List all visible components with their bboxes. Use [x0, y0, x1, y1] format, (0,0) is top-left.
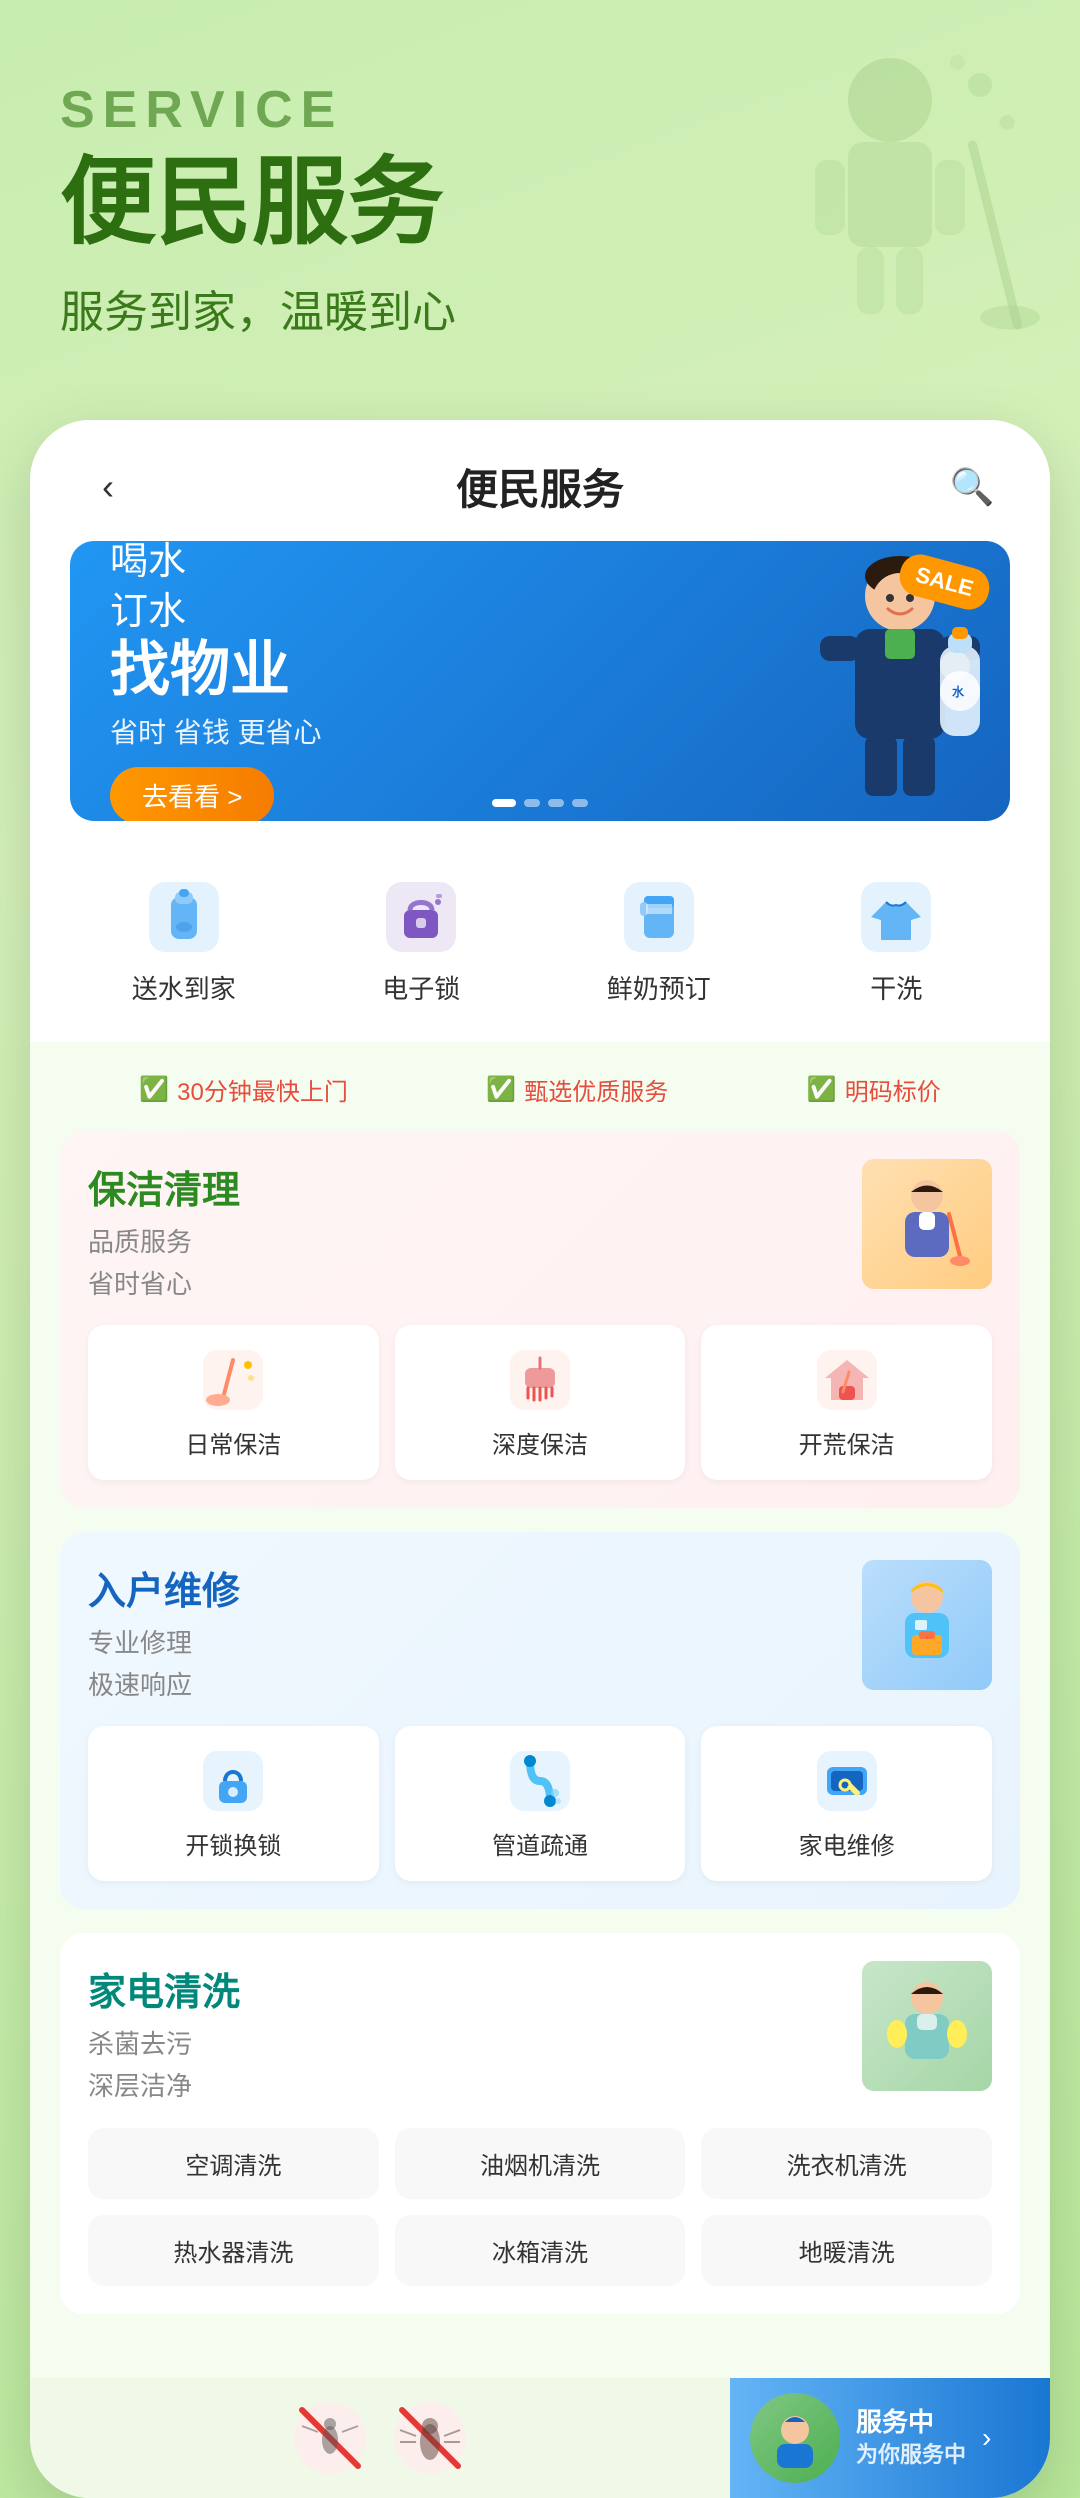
badge-price: ✅ 明码标价 [807, 1072, 941, 1107]
drycleaning-service-icon [856, 877, 936, 957]
service-status-sub: 为你服务中 [856, 2440, 966, 2471]
badge-fast: ✅ 30分钟最快上门 [139, 1072, 348, 1107]
dot-4 [572, 799, 588, 807]
hero-decoration-icon [740, 40, 1040, 340]
daily-cleaning-item[interactable]: 日常保洁 [88, 1325, 379, 1480]
dot-2 [524, 799, 540, 807]
repair-illustration [862, 1560, 992, 1690]
appliance-repair-label: 家电维修 [799, 1826, 895, 1861]
pest-control-strip[interactable] [30, 2378, 730, 2498]
move-in-cleaning-icon [812, 1345, 882, 1415]
check-icon-2: ✅ [486, 1075, 516, 1104]
svg-text:水: 水 [952, 684, 965, 699]
dot-3 [548, 799, 564, 807]
app-header: ‹ 便民服务 🔍 [30, 420, 1050, 541]
fridge-cleaning-item[interactable]: 冰箱清洗 [395, 2215, 686, 2286]
washer-cleaning-item[interactable]: 洗衣机清洗 [701, 2128, 992, 2199]
promo-banner[interactable]: 喝水 订水 找物业 省时 省钱 更省心 去看看 > [70, 541, 1010, 821]
quick-service-milk[interactable]: 鲜奶预订 [545, 861, 773, 1022]
cleaning-services-grid: 日常保洁 [88, 1325, 992, 1480]
milk-service-label: 鲜奶预订 [607, 969, 711, 1006]
drycleaning-service-label: 干洗 [870, 969, 922, 1006]
appliance-card-header: 家电清洗 杀菌去污 深层洁净 [88, 1961, 992, 2107]
locksmith-icon [198, 1746, 268, 1816]
water-heater-cleaning-item[interactable]: 热水器清洗 [88, 2215, 379, 2286]
phone-mockup-card: ‹ 便民服务 🔍 喝水 订水 找物业 省时 省钱 更省心 去看看 > [30, 420, 1050, 2498]
appliance-cleaning-card: 家电清洗 杀菌去污 深层洁净 [60, 1933, 1020, 2313]
quick-service-lock[interactable]: 电子锁 [308, 861, 536, 1022]
banner-line1: 喝水 订水 [110, 541, 750, 637]
daily-cleaning-label: 日常保洁 [185, 1425, 281, 1460]
service-status-main: 服务中 [856, 2404, 966, 2440]
daily-cleaning-icon [198, 1345, 268, 1415]
water-service-label: 送水到家 [132, 969, 236, 1006]
cleaning-service-card: 保洁清理 品质服务 省时省心 [60, 1131, 1020, 1508]
dot-1 [492, 799, 516, 807]
bottom-strip: 服务中 为你服务中 › [30, 2378, 1050, 2498]
cleaning-card-header: 保洁清理 品质服务 省时省心 [88, 1159, 992, 1305]
banner-sub-text: 省时 省钱 更省心 [110, 711, 750, 751]
appliance-repair-item[interactable]: 家电维修 [701, 1726, 992, 1881]
repair-title: 入户维修 [88, 1560, 842, 1615]
milk-service-icon [619, 877, 699, 957]
feature-badges-row: ✅ 30分钟最快上门 ✅ 甄选优质服务 ✅ 明码标价 [60, 1072, 1020, 1107]
move-in-cleaning-label: 开荒保洁 [799, 1425, 895, 1460]
plumbing-item[interactable]: 管道疏通 [395, 1726, 686, 1881]
cleaner-illustration [862, 1159, 992, 1289]
mosquito-icon [290, 2398, 370, 2478]
quick-services-row: 送水到家 电子锁 [30, 851, 1050, 1042]
banner-main-text: 找物业 [110, 637, 750, 703]
lock-service-label: 电子锁 [382, 969, 460, 1006]
appliance-repair-icon [812, 1746, 882, 1816]
deep-cleaning-icon [505, 1345, 575, 1415]
appliance-title: 家电清洗 [88, 1961, 842, 2016]
appliance-info: 家电清洗 杀菌去污 深层洁净 [88, 1961, 842, 2107]
worker-avatar [750, 2393, 840, 2483]
repair-info: 入户维修 专业修理 极速响应 [88, 1560, 842, 1706]
cleaning-info: 保洁清理 品质服务 省时省心 [88, 1159, 842, 1305]
deep-cleaning-item[interactable]: 深度保洁 [395, 1325, 686, 1480]
floor-heating-cleaning-item[interactable]: 地暖清洗 [701, 2215, 992, 2286]
page-title: 便民服务 [456, 456, 624, 517]
quick-service-drycleaning[interactable]: 干洗 [783, 861, 1011, 1022]
hero-section: SERVICE 便民服务 服务到家，温暖到心 [0, 0, 1080, 420]
check-icon-1: ✅ [139, 1075, 169, 1104]
water-service-icon [144, 877, 224, 957]
deep-cleaning-label: 深度保洁 [492, 1425, 588, 1460]
repair-services-grid: 开锁换锁 [88, 1726, 992, 1881]
repair-service-card: 入户维修 专业修理 极速响应 [60, 1532, 1020, 1909]
locksmith-label: 开锁换锁 [185, 1826, 281, 1861]
ac-cleaning-item[interactable]: 空调清洗 [88, 2128, 379, 2199]
banner-pagination-dots [492, 799, 588, 807]
services-container: ✅ 30分钟最快上门 ✅ 甄选优质服务 ✅ 明码标价 保洁清理 品质服务 省时省… [30, 1042, 1050, 2378]
repair-desc: 专业修理 极速响应 [88, 1623, 842, 1706]
service-in-progress-banner[interactable]: 服务中 为你服务中 › [730, 2378, 1050, 2498]
cockroach-icon [390, 2398, 470, 2478]
check-icon-3: ✅ [807, 1075, 837, 1104]
service-status-info: 服务中 为你服务中 [856, 2404, 966, 2471]
back-button[interactable]: ‹ [80, 459, 136, 515]
repair-card-header: 入户维修 专业修理 极速响应 [88, 1560, 992, 1706]
appliance-services-row1: 空调清洗 油烟机清洗 洗衣机清洗 [88, 2128, 992, 2199]
quick-service-water[interactable]: 送水到家 [70, 861, 298, 1022]
range-hood-cleaning-item[interactable]: 油烟机清洗 [395, 2128, 686, 2199]
plumbing-label: 管道疏通 [492, 1826, 588, 1861]
appliance-services-row2: 热水器清洗 冰箱清洗 地暖清洗 [88, 2215, 992, 2286]
lock-service-icon [381, 877, 461, 957]
banner-cta-button[interactable]: 去看看 > [110, 767, 274, 821]
badge-quality: ✅ 甄选优质服务 [486, 1072, 668, 1107]
search-button[interactable]: 🔍 [944, 459, 1000, 515]
locksmith-item[interactable]: 开锁换锁 [88, 1726, 379, 1881]
banner-content: 喝水 订水 找物业 省时 省钱 更省心 去看看 > [70, 541, 790, 821]
cleaning-title: 保洁清理 [88, 1159, 842, 1214]
service-arrow-icon: › [982, 2422, 991, 2454]
appliance-desc: 杀菌去污 深层洁净 [88, 2024, 842, 2107]
plumbing-icon [505, 1746, 575, 1816]
cleaning-desc: 品质服务 省时省心 [88, 1222, 842, 1305]
move-in-cleaning-item[interactable]: 开荒保洁 [701, 1325, 992, 1480]
appliance-illustration [862, 1961, 992, 2091]
